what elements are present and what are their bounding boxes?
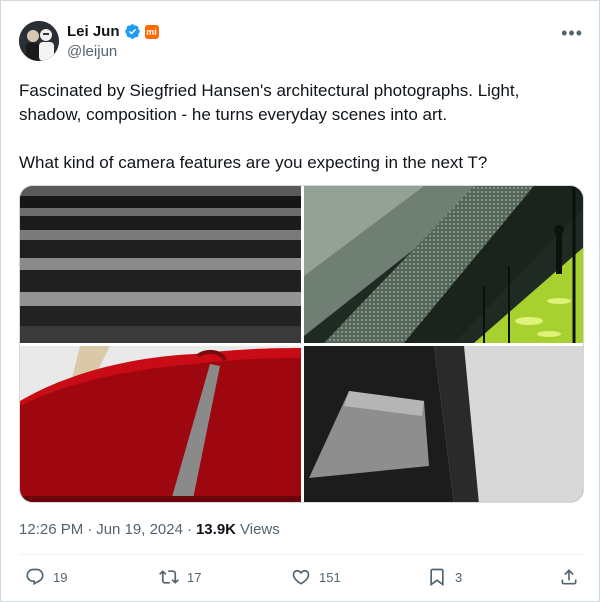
- meta-separator-2: ·: [186, 521, 192, 538]
- tweet-text-paragraph-1: Fascinated by Siegfried Hansen's archite…: [19, 81, 520, 124]
- avatar[interactable]: [19, 21, 59, 61]
- bookmark-button[interactable]: 3: [427, 567, 462, 587]
- red-umbrella-photo-image: [20, 346, 301, 502]
- xiaomi-logo-icon[interactable]: mi: [144, 24, 159, 39]
- tweet-card: Lei Jun mi @leijun ••• Fascinated by Sie…: [0, 0, 600, 602]
- meta-separator: ·: [87, 521, 93, 538]
- share-button[interactable]: [559, 567, 579, 587]
- stairs-photo-image: [20, 186, 301, 343]
- views-label: Views: [240, 521, 280, 538]
- bookmark-icon: [430, 568, 444, 587]
- verified-badge-icon[interactable]: [124, 23, 141, 40]
- repost-icon: [159, 570, 179, 584]
- red-umbrella-photo[interactable]: [20, 346, 301, 502]
- user-handle[interactable]: @leijun: [67, 43, 117, 60]
- like-button[interactable]: 151: [291, 567, 341, 587]
- tweet-meta: 12:26 PM · Jun 19, 2024 · 13.9K Views: [19, 521, 280, 538]
- media-grid: [19, 185, 584, 503]
- views-count[interactable]: 13.9K: [196, 521, 236, 538]
- action-bar: 19 17 151 3: [1, 567, 600, 593]
- divider: [19, 554, 584, 555]
- reply-icon: [26, 568, 44, 586]
- more-options-icon[interactable]: •••: [561, 23, 583, 44]
- display-name[interactable]: Lei Jun: [67, 23, 120, 40]
- reply-count: 19: [53, 569, 68, 585]
- tweet-time[interactable]: 12:26 PM: [19, 521, 83, 538]
- bookmark-count: 3: [455, 569, 463, 585]
- shadow-wall-photo-image: [304, 346, 583, 502]
- repost-button[interactable]: 17: [159, 567, 201, 587]
- name-row: Lei Jun mi: [67, 23, 159, 40]
- tweet-text: Fascinated by Siegfried Hansen's archite…: [19, 79, 579, 175]
- glass-facade-photo[interactable]: [304, 186, 583, 343]
- tweet-text-paragraph-2: What kind of camera features are you exp…: [19, 153, 488, 172]
- tweet-date[interactable]: Jun 19, 2024: [96, 521, 183, 538]
- share-icon: [561, 569, 577, 585]
- avatar-photo: [19, 21, 59, 61]
- repost-count: 17: [187, 569, 202, 585]
- heart-icon: [292, 569, 310, 585]
- shadow-wall-photo[interactable]: [304, 346, 583, 502]
- glass-facade-photo-image: [304, 186, 583, 343]
- stairs-photo[interactable]: [20, 186, 301, 343]
- like-count: 151: [319, 569, 341, 585]
- tweet-header: Lei Jun mi @leijun •••: [19, 21, 589, 65]
- reply-button[interactable]: 19: [25, 567, 67, 587]
